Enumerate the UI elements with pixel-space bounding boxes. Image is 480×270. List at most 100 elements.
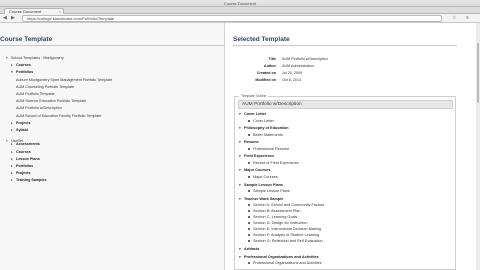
page-content: Course Template ▾ School Templates · Mont… bbox=[0, 23, 480, 270]
tree-item[interactable]: AUM School of Education Faculty Portfoli… bbox=[16, 114, 101, 119]
browser-tab-bar: Course Document × bbox=[0, 7, 480, 14]
tree-item[interactable]: ▾ School Templates · Montgomery bbox=[6, 56, 64, 61]
outline-item[interactable]: Professional Organizations and Activitie… bbox=[248, 261, 322, 266]
course-template-panel: Course Template ▾ School Templates · Mont… bbox=[0, 23, 225, 270]
meta-key: Created on bbox=[256, 71, 276, 75]
browser-toolbar: ◀ ▶ https://college.blackboard.com/Portf… bbox=[0, 14, 480, 23]
meta-value: Oct 8, 2013 bbox=[282, 78, 302, 82]
meta-key: Title bbox=[268, 57, 276, 61]
tree-item[interactable]: ▾ Portfolios bbox=[11, 70, 33, 75]
outline-label: Section B: Assessment Plan bbox=[253, 209, 301, 214]
divider bbox=[0, 45, 224, 46]
outline-label: Sample Lesson Plans bbox=[244, 182, 284, 187]
tree-item[interactable]: AUM Science Education Portfolio Template bbox=[16, 99, 86, 104]
outline-label: Field Experience bbox=[244, 154, 275, 159]
tree-item[interactable]: Auburn Montgomery Sport Management Portf… bbox=[16, 78, 112, 83]
tree-item-label: Courses bbox=[16, 63, 31, 68]
tree-item[interactable]: ▸ Lesson Plans bbox=[11, 157, 40, 162]
outline-label: Professional Organizations and Activitie… bbox=[244, 254, 319, 259]
outline-item[interactable]: Cover Letter bbox=[248, 119, 274, 124]
outline-label: Resume bbox=[244, 140, 259, 145]
tree-item-label: Auburn Montgomery Sport Management Portf… bbox=[16, 77, 113, 82]
outline-label: Sample Lesson Plans bbox=[253, 189, 290, 194]
tree-item[interactable]: ▸ Courses bbox=[11, 150, 31, 155]
outline-title: AUM Portfolio w/Description bbox=[238, 100, 453, 109]
outline-section[interactable]: ▾ Professional Organizations and Activiti… bbox=[239, 255, 319, 260]
meta-key: Modified on bbox=[255, 78, 276, 82]
outline-label: Section G: Reflection and Self-Evaluatio… bbox=[253, 239, 323, 244]
outline-item[interactable]: Section A: School and Community Factors bbox=[248, 203, 324, 208]
outline-item[interactable]: Section G: Reflection and Self-Evaluatio… bbox=[248, 239, 323, 244]
outline-label: Cover Letter bbox=[244, 112, 267, 116]
outline-label: Major Courses bbox=[244, 168, 271, 173]
outline-label: Cover Letter bbox=[253, 118, 274, 123]
tree-item[interactable]: AUM Portfolio w/Description bbox=[16, 106, 62, 111]
tree-item[interactable]: AUM Portfolio Template bbox=[16, 92, 55, 97]
window-title: Course Document bbox=[223, 1, 257, 6]
tree-item-label: Training Samples bbox=[16, 178, 47, 183]
tree-item-label: Assessments bbox=[16, 142, 40, 147]
outline-section[interactable]: ▾ Field Experience bbox=[239, 154, 274, 159]
tree-item-label: AUM Portfolio Template bbox=[16, 92, 55, 96]
outline-label: Professional Organizations and Activitie… bbox=[253, 261, 322, 266]
outline-label: Section C: Learning Goals bbox=[253, 215, 298, 220]
meta-value: AUM Administration bbox=[282, 64, 315, 68]
outline-label: Record of Field Experience bbox=[253, 160, 299, 165]
forward-arrow-icon[interactable]: ▶ bbox=[11, 16, 15, 21]
tree-item[interactable]: ▸ Syllabi bbox=[11, 128, 28, 133]
outline-label: Professional Resume bbox=[253, 146, 290, 151]
tree-item[interactable]: ▸ Courses bbox=[11, 63, 31, 68]
tree-item-label: Lesson Plans bbox=[16, 156, 40, 161]
tree-item[interactable]: AUM Counseling Portfolio Template bbox=[16, 85, 74, 90]
divider bbox=[233, 45, 457, 46]
meta-key: Author bbox=[263, 64, 276, 68]
tree-item[interactable]: ▸ Projects bbox=[11, 121, 31, 126]
tree-item-label: School Templates · Montgomery bbox=[11, 56, 64, 60]
outline-label: Major Courses bbox=[253, 175, 278, 179]
outline-item[interactable]: Professional Resume bbox=[248, 147, 289, 152]
tree-item-label: AUM Counseling Portfolio Template bbox=[16, 84, 75, 89]
tree-item-label: Syllabi bbox=[16, 128, 28, 132]
outline-item[interactable]: Record of Field Experience bbox=[248, 161, 299, 166]
tree-item-label: AUM Science Education Portfolio Template bbox=[16, 99, 87, 104]
outline-label: Artifacts bbox=[244, 246, 260, 251]
tree-item[interactable]: ▸ Projects bbox=[11, 171, 31, 176]
page-scrollbar[interactable] bbox=[476, 23, 480, 270]
star-icon[interactable]: ☆ bbox=[452, 16, 456, 21]
outline-legend: Template Outline bbox=[239, 94, 269, 98]
selected-template-title: Selected Template bbox=[233, 36, 290, 43]
tree-item[interactable]: ▸ Training Samples bbox=[11, 178, 47, 183]
outline-section[interactable]: ▾ Major Courses bbox=[239, 168, 270, 173]
outline-label: Section F: Analysis of Student Learning bbox=[253, 233, 320, 238]
tree-item-label: Portfolios bbox=[16, 70, 34, 75]
outline-section[interactable]: ▾ Teacher Work Sample bbox=[239, 197, 283, 202]
outline-item[interactable]: Major Courses bbox=[248, 175, 278, 180]
outline-item[interactable]: Section D: Design for Instruction bbox=[248, 221, 307, 226]
outline-section[interactable]: ▾ Artifacts bbox=[239, 247, 259, 252]
window-title-bar: Course Document bbox=[0, 0, 480, 7]
scrollbar-thumb[interactable] bbox=[477, 43, 479, 103]
tree-item[interactable]: ▸ Assessments bbox=[11, 142, 40, 147]
template-outline: Template Outline AUM Portfolio w/Descrip… bbox=[234, 94, 456, 270]
outline-section[interactable]: ▾ Sample Lesson Plans bbox=[239, 183, 283, 188]
outline-label: Section A: School and Community Factors bbox=[253, 203, 325, 208]
tree-item-label: Portfolios bbox=[16, 164, 34, 168]
outline-label: Belief Statements bbox=[253, 132, 283, 137]
outline-label: Philosophy of Education bbox=[244, 126, 289, 131]
back-arrow-icon[interactable]: ◀ bbox=[3, 16, 7, 21]
outline-item[interactable]: Section F: Analysis of Student Learning bbox=[248, 233, 319, 238]
outline-item[interactable]: Section B: Assessment Plan bbox=[248, 209, 301, 214]
menu-icon[interactable]: ≡ bbox=[466, 16, 469, 21]
outline-item[interactable]: Sample Lesson Plans bbox=[248, 189, 290, 194]
tree-item-label: AUM School of Education Faculty Portfoli… bbox=[16, 113, 102, 118]
address-bar[interactable]: https://college.blackboard.com/Portfolio… bbox=[22, 15, 442, 22]
outline-item[interactable]: Section E: Instructional Decision-Making bbox=[248, 227, 321, 232]
tree-item-label: Projects bbox=[16, 120, 31, 125]
outline-label: Teacher Work Sample bbox=[244, 196, 284, 201]
outline-item[interactable]: Belief Statements bbox=[248, 133, 283, 138]
outline-section[interactable]: ▾ Cover Letter bbox=[239, 112, 266, 117]
tree-item[interactable]: ▸ Portfolios bbox=[11, 164, 33, 169]
outline-section[interactable]: ▾ Resume bbox=[239, 140, 259, 145]
outline-item[interactable]: Section C: Learning Goals bbox=[248, 215, 297, 220]
outline-section[interactable]: ▾ Philosophy of Education bbox=[239, 126, 289, 131]
